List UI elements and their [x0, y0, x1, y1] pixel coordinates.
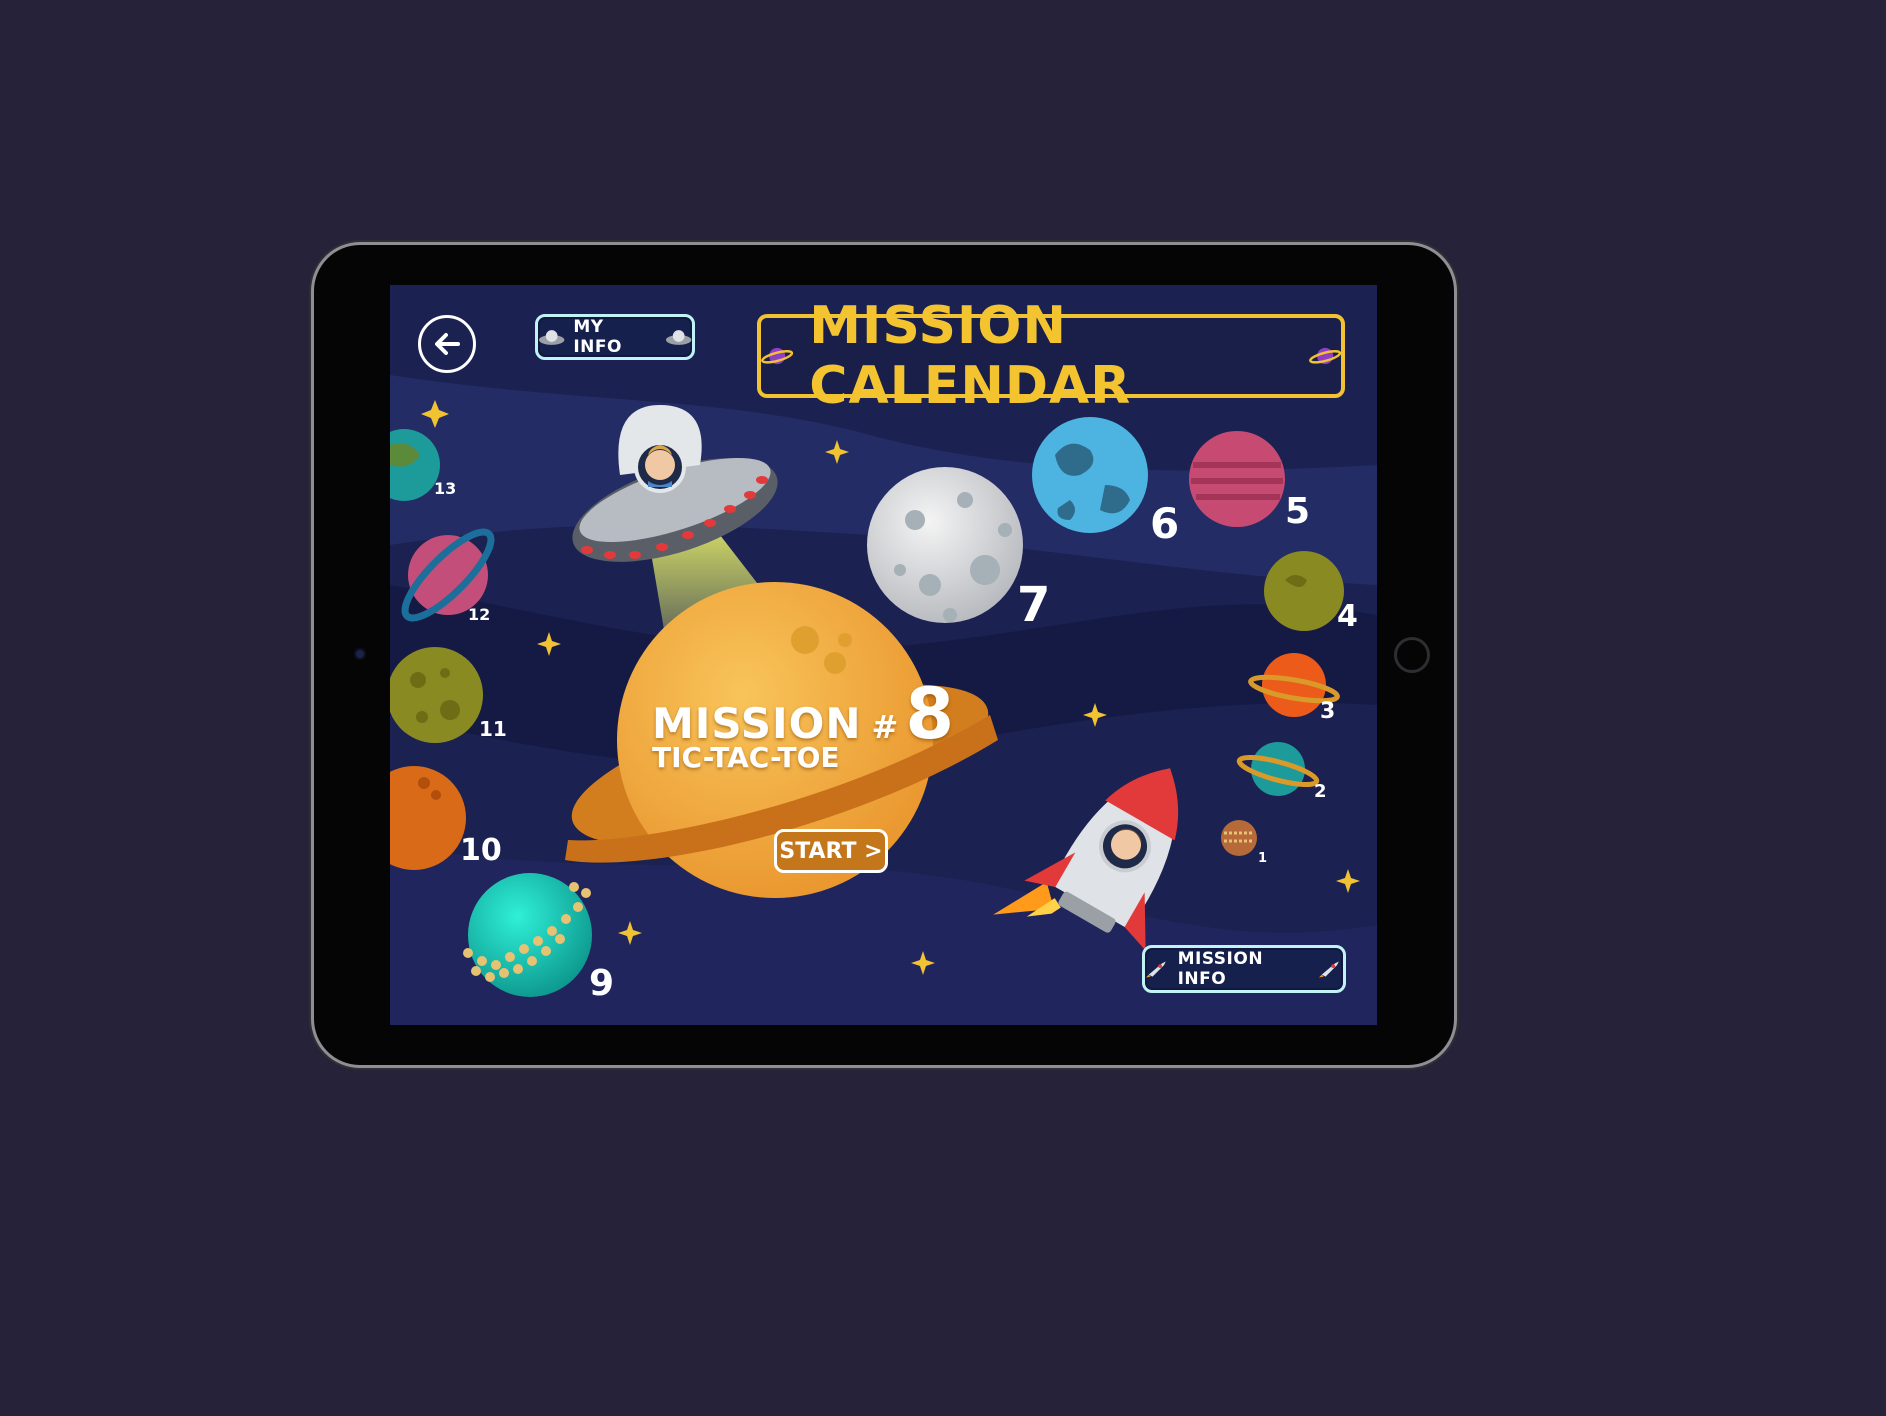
planet-11: [390, 647, 483, 743]
page-title: MISSION CALENDAR: [809, 296, 1132, 416]
home-button[interactable]: [1394, 637, 1430, 673]
mission-name: TIC-TAC-TOE: [652, 741, 840, 774]
planet-number-7: 7: [1017, 577, 1051, 633]
ufo-icon: [538, 330, 565, 345]
mission-info-label: MISSION INFO: [1177, 949, 1264, 989]
camera-lens: [354, 648, 366, 660]
my-info-label: MY INFO: [573, 317, 622, 357]
planet-1: [1221, 820, 1257, 856]
arrow-left-icon: [435, 333, 460, 355]
planet-5: [1189, 431, 1285, 527]
planet-6: [1032, 417, 1148, 533]
planet-2: [1236, 742, 1320, 796]
rocket-icon: [1145, 961, 1166, 978]
mission-info-button[interactable]: MISSION INFO: [1142, 945, 1346, 993]
my-info-button[interactable]: MY INFO: [535, 314, 695, 360]
planet-number-9: 9: [589, 963, 615, 1004]
start-button[interactable]: START >: [774, 829, 888, 873]
planet-number-12: 12: [468, 605, 491, 624]
planet-icon: [1308, 347, 1341, 365]
tablet-frame: 13 12 11 10 9 7 6 5 4 3 2 1 MY INFO MISS…: [314, 245, 1454, 1065]
planet-number-6: 6: [1150, 499, 1180, 548]
rocket-icon: [1319, 961, 1340, 978]
planet-7: [867, 467, 1023, 623]
planet-number-4: 4: [1337, 599, 1358, 634]
planet-number-13: 13: [434, 479, 457, 498]
planet-icon: [761, 347, 794, 365]
planet-4: [1264, 551, 1344, 631]
planet-number-11: 11: [479, 717, 507, 741]
planet-number-5: 5: [1285, 491, 1311, 532]
mission-hash: #: [871, 708, 900, 746]
app-screen: 13 12 11 10 9 7 6 5 4 3 2 1 MY INFO MISS…: [390, 285, 1377, 1025]
planet-number-1: 1: [1258, 851, 1268, 866]
ufo-icon: [665, 330, 692, 345]
back-button[interactable]: [418, 315, 476, 373]
planet-number-3: 3: [1320, 699, 1336, 724]
planet-number-10: 10: [460, 833, 502, 868]
title-banner: MISSION CALENDAR: [757, 296, 1345, 416]
planet-number-2: 2: [1314, 781, 1327, 802]
mission-number: 8: [905, 673, 956, 755]
